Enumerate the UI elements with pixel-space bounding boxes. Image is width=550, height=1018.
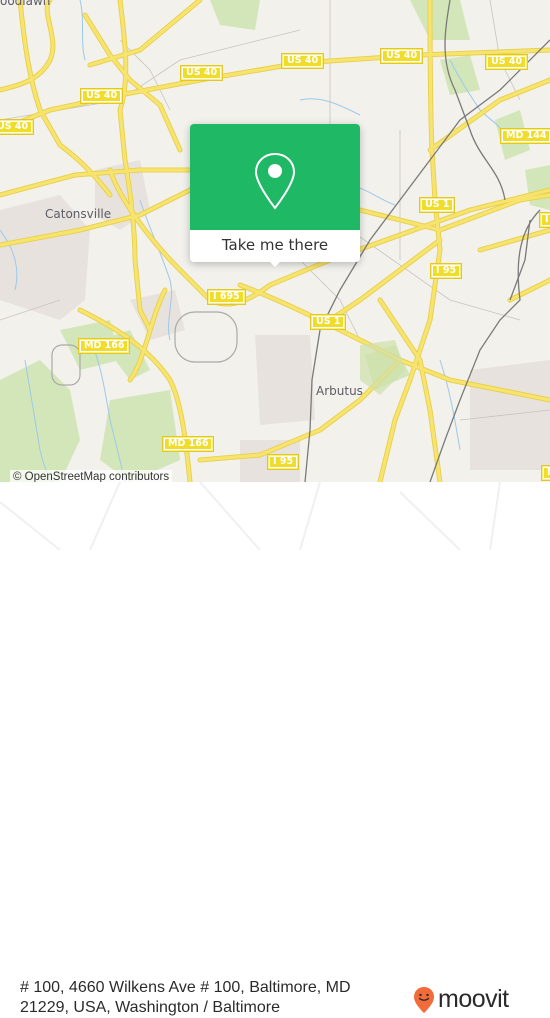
stream — [79, 0, 86, 61]
road-shield: I 95 — [266, 454, 300, 470]
road-shield: MD 166 — [161, 436, 215, 452]
park-area — [410, 0, 470, 40]
road-shield: I — [539, 212, 550, 228]
road-shield: M — [540, 465, 550, 481]
road-shield: I 695 — [207, 289, 246, 305]
road-shield: MD 144 — [499, 128, 550, 144]
park-area — [100, 390, 180, 482]
location-popup[interactable]: Take me there — [190, 124, 360, 267]
road-shield: US 40 — [0, 119, 35, 135]
moovit-pin-icon — [414, 986, 434, 1013]
track-loop — [174, 311, 238, 363]
map-attribution[interactable]: © OpenStreetMap contributors — [10, 470, 173, 482]
brand-name: moovit — [438, 985, 509, 1013]
map-pin-icon — [254, 152, 296, 210]
road-shield: US 40 — [379, 48, 424, 64]
stream — [439, 359, 461, 451]
place-label-woodlawn: oodlawn — [0, 0, 51, 8]
popup-pointer — [268, 260, 282, 267]
rail-line — [509, 219, 531, 301]
road-shield: US 1 — [309, 314, 347, 330]
road — [88, 0, 202, 67]
place-label-arbutus: Arbutus — [316, 384, 363, 398]
road-shield: US 40 — [280, 53, 325, 69]
popup-header[interactable] — [190, 124, 360, 230]
moovit-logo[interactable]: moovit — [413, 985, 509, 1014]
address-text: # 100, 4660 Wilkens Ave # 100, Baltimore… — [20, 979, 351, 1016]
park-area — [210, 0, 260, 30]
interchange-area — [360, 340, 405, 395]
road-shield: MD 166 — [77, 338, 131, 354]
road-shield: I 95 — [429, 263, 463, 279]
footer-background-pattern — [0, 482, 501, 550]
road — [83, 13, 182, 152]
park-area — [0, 360, 80, 482]
map-canvas[interactable]: Catonsville Arbutus oodlawn US 40 US 40 … — [0, 0, 550, 482]
road-shield: US 40 — [179, 65, 224, 81]
road-casing — [87, 0, 203, 68]
urban-area — [470, 360, 550, 470]
road-shield: US 40 — [484, 54, 529, 70]
take-me-there-button[interactable]: Take me there — [190, 230, 360, 262]
park-area — [525, 165, 550, 210]
urban-area — [255, 335, 315, 425]
place-label-catonsville: Catonsville — [45, 207, 112, 221]
road — [478, 228, 550, 252]
footer: # 100, 4660 Wilkens Ave # 100, Baltimore… — [0, 482, 550, 1016]
road-shield: US 1 — [418, 197, 456, 213]
road-shield: US 40 — [79, 88, 124, 104]
